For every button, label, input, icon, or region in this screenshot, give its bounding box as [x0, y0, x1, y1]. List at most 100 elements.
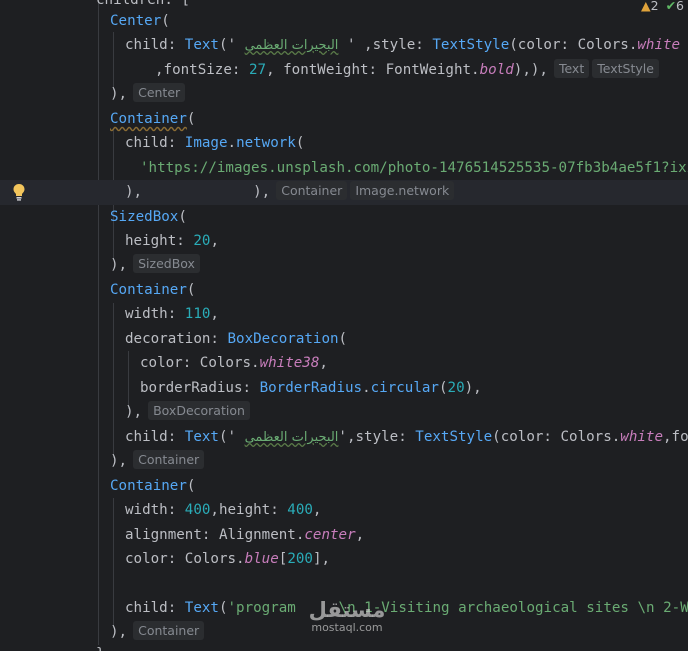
- number-literal: 110: [184, 306, 211, 322]
- code-line[interactable]: child: Text(' البحيرات العظمى',style: Te…: [0, 425, 688, 450]
- code-text: height:: [125, 233, 194, 249]
- code-text: child:: [125, 135, 185, 151]
- code-text: },: [96, 646, 113, 651]
- code-line[interactable]: ,fontSize: 27, fontWeight: FontWeight.bo…: [0, 58, 688, 83]
- code-line-current[interactable]: ), ), Container Image.network: [0, 180, 688, 205]
- closing-label-hint: Image.network: [350, 181, 455, 200]
- widget-name: TextStyle: [415, 429, 493, 445]
- method-name: circular: [370, 380, 439, 396]
- widget-name: Container: [110, 478, 187, 494]
- code-text: (': [218, 37, 245, 53]
- method-name: network: [236, 135, 296, 151]
- code-text: .: [227, 135, 237, 151]
- code-text: ,: [312, 502, 322, 518]
- code-line[interactable]: borderRadius: BorderRadius.circular(20),: [0, 376, 688, 401]
- code-text: ),: [110, 453, 128, 469]
- code-text: ,: [210, 233, 219, 249]
- code-text: (color: Colors.: [492, 429, 621, 445]
- code-text: width:: [125, 502, 185, 518]
- code-text: ),: [125, 404, 143, 420]
- code-text: ), ),: [125, 184, 271, 200]
- code-line[interactable]: SizedBox(: [0, 205, 688, 230]
- code-line[interactable]: Container(: [0, 107, 688, 132]
- code-line[interactable]: Container(: [0, 278, 688, 303]
- constant-name: bold: [479, 62, 514, 78]
- code-line[interactable]: decoration: BoxDecoration(: [0, 327, 688, 352]
- code-text: (: [338, 331, 348, 347]
- closing-label-hint: Container: [133, 621, 205, 640]
- check-icon: ✔: [665, 0, 677, 13]
- code-text: (: [295, 135, 305, 151]
- number-literal: 400: [184, 502, 211, 518]
- code-text: ' ,style:: [338, 37, 433, 53]
- constant-name: white: [620, 429, 664, 445]
- code-line[interactable]: color: Colors.white38,: [0, 351, 688, 376]
- code-line[interactable]: child: Text(' البحيرات العظمى ' ,style: …: [0, 33, 688, 58]
- code-line[interactable]: },: [0, 642, 688, 651]
- arabic-string: البحيرات العظمى: [244, 38, 339, 53]
- widget-name: Text: [184, 600, 219, 616]
- arabic-string: البحيرات العظمى: [244, 430, 339, 445]
- code-text: ,fontSize:: [663, 429, 688, 445]
- code-line[interactable]: height: 20,: [0, 229, 688, 254]
- code-text: child:: [125, 37, 185, 53]
- widget-name: Center: [110, 13, 162, 29]
- widget-name: BoxDecoration: [227, 331, 339, 347]
- warning-count: 2: [650, 0, 659, 13]
- code-text: (color: Colors.: [509, 37, 638, 53]
- watermark: مستقل mostaql.com: [302, 598, 392, 634]
- closing-label-hint: SizedBox: [133, 254, 200, 273]
- inspections-widget[interactable]: ▲2 ✔6: [641, 0, 688, 14]
- code-line[interactable]: width: 400,height: 400,: [0, 498, 688, 523]
- lightbulb-icon[interactable]: [12, 183, 26, 201]
- closing-label-hint: Container: [133, 450, 205, 469]
- widget-name: Text: [184, 429, 219, 445]
- code-text: ,: [355, 527, 365, 543]
- code-text: ',style:: [338, 429, 416, 445]
- code-line[interactable]: width: 110,: [0, 302, 688, 327]
- constant-name: white38: [259, 355, 320, 371]
- code-text: (: [178, 209, 187, 225]
- code-text: ),: [464, 380, 482, 396]
- widget-name: SizedBox: [110, 209, 179, 225]
- widget-name: BorderRadius: [259, 380, 363, 396]
- code-line[interactable]: ), Container: [0, 449, 688, 474]
- code-line[interactable]: Center(: [0, 9, 688, 34]
- code-line[interactable]: ), SizedBox: [0, 253, 688, 278]
- code-line[interactable]: ), Center: [0, 82, 688, 107]
- code-text: color: Colors.: [125, 551, 245, 567]
- constant-name: blue: [244, 551, 279, 567]
- closing-label-hint: BoxDecoration: [148, 401, 250, 420]
- watermark-logo: مستقل: [308, 598, 386, 622]
- widget-name: Image: [184, 135, 228, 151]
- number-literal: 400: [287, 502, 313, 518]
- widget-name: Container: [110, 282, 187, 298]
- code-text: child:: [125, 429, 185, 445]
- widget-name: Container: [110, 111, 187, 127]
- code-text: ,: [210, 306, 219, 322]
- code-line[interactable]: alignment: Alignment.center,: [0, 523, 688, 548]
- widget-name: Text: [184, 37, 219, 53]
- warning-icon: ▲: [641, 0, 651, 13]
- closing-label-hint: TextStyle: [592, 59, 659, 78]
- code-text: decoration:: [125, 331, 228, 347]
- code-text: (: [218, 600, 228, 616]
- closing-label-hint: Container: [276, 181, 348, 200]
- code-text: ,fontSize:: [155, 62, 249, 78]
- code-text: (: [438, 380, 448, 396]
- constant-name: center: [304, 527, 356, 543]
- code-line[interactable]: color: Colors.blue[200],: [0, 547, 688, 572]
- number-literal: 20: [447, 380, 465, 396]
- closing-label-hint: Text: [553, 59, 590, 78]
- code-text: ,height:: [210, 502, 288, 518]
- number-literal: 200: [287, 551, 313, 567]
- code-line[interactable]: ), BoxDecoration: [0, 400, 688, 425]
- code-text: alignment: Alignment.: [125, 527, 305, 543]
- code-line[interactable]: Container(: [0, 474, 688, 499]
- code-line[interactable]: 'https://images.unsplash.com/photo-14765…: [0, 156, 688, 181]
- closing-label-hint: Center: [133, 83, 186, 102]
- code-line[interactable]: child: Image.network(: [0, 131, 688, 156]
- code-text: , fontWeight: FontWeight.: [266, 62, 480, 78]
- code-editor[interactable]: children: [ Center( child: Text(' البحير…: [0, 0, 688, 651]
- watermark-text: mostaql.com: [311, 621, 383, 634]
